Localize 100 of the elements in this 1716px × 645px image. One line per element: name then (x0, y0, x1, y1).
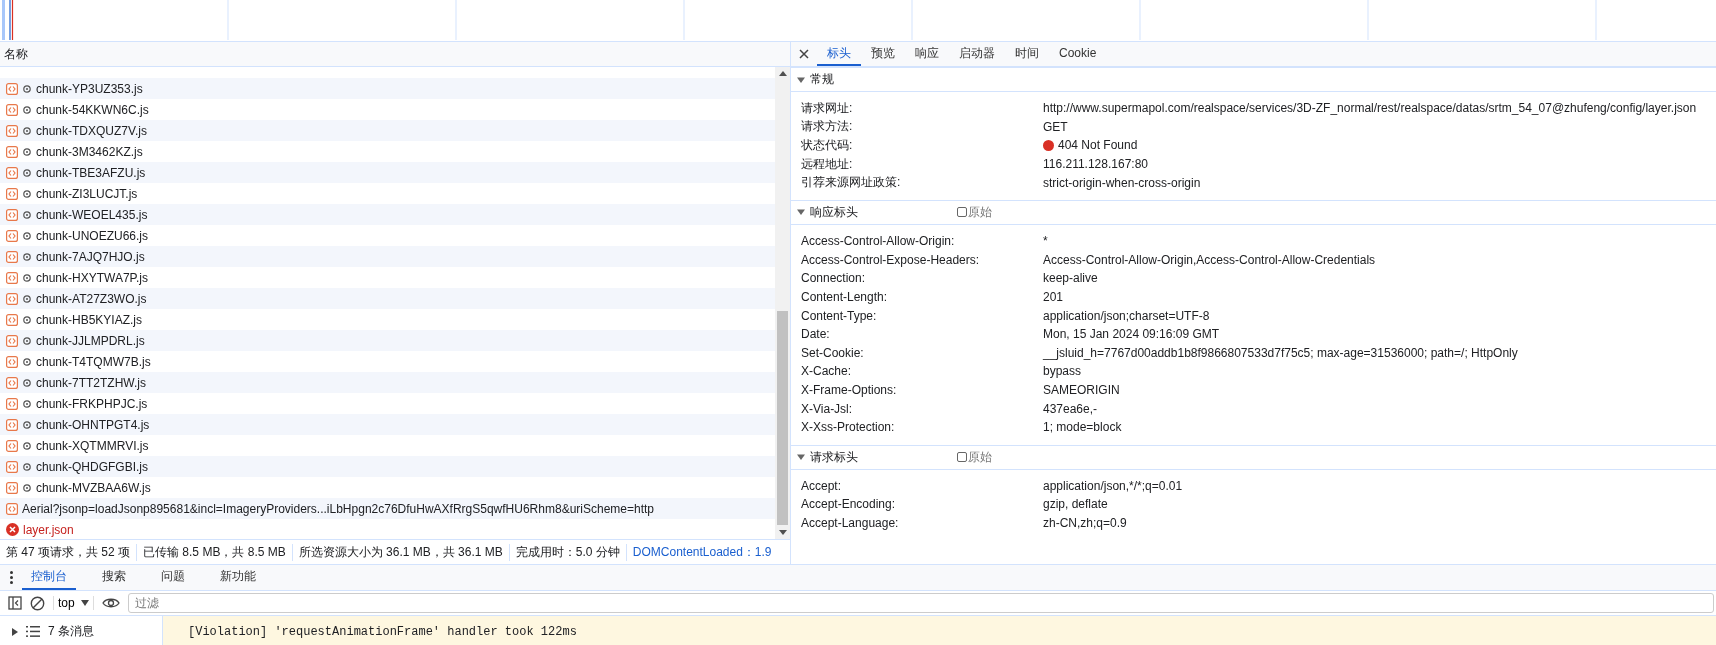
script-file-icon (6, 460, 18, 473)
expanded-triangle-icon[interactable] (797, 208, 805, 217)
expand-arrow-icon[interactable] (12, 627, 18, 636)
expanded-triangle-icon[interactable] (797, 453, 805, 461)
request-row[interactable]: chunk-TDXQUZ7V.js (0, 120, 775, 141)
section-title: 请求标头 (810, 448, 859, 466)
section-header[interactable]: 响应标头 原始 (791, 199, 1716, 225)
header-value: application/json,*/*;q=0.01 (1043, 478, 1183, 493)
header-value: http://www.supermapol.com/realspace/services/3D-ZF_normal/rest/realspace/datas/srtm_54_07@zhufeng/config/layer.json (1043, 101, 1697, 116)
request-row[interactable]: chunk-ZI3LUCJT.js (0, 183, 775, 204)
request-row[interactable]: chunk-OHNTPGT4.js (0, 414, 775, 435)
script-file-icon (6, 271, 18, 284)
script-file-icon (6, 166, 18, 179)
header-value: application/json;charset=UTF-8 (1043, 308, 1210, 323)
drawer-tab[interactable]: 问题 (152, 565, 194, 590)
request-row[interactable]: chunk-54KKWN6C.js (0, 99, 775, 120)
context-dropdown[interactable]: top (53, 596, 94, 610)
header-value: zh-CN,zh;q=0.9 (1043, 516, 1127, 530)
header-value: 437ea6e,- (1043, 401, 1098, 416)
drawer-tab[interactable]: 新功能 (211, 565, 265, 590)
column-header[interactable]: 名称 (4, 45, 28, 63)
status-text: DOMContentLoaded：1.9 (631, 543, 773, 561)
status-text: 完成用时：5.0 分钟 (509, 543, 627, 561)
header-name: 远程地址: (800, 155, 854, 173)
header-name: Connection: (800, 271, 867, 286)
script-file-icon (6, 376, 18, 389)
header-name: Access-Control-Allow-Origin: (800, 234, 956, 249)
script-file-icon (6, 145, 18, 158)
section-title: 响应标头 (810, 203, 859, 221)
request-row[interactable]: chunk-JJLMPDRL.js (0, 330, 775, 351)
detail-tab[interactable]: 时间 (1005, 42, 1049, 66)
more-icon (9, 571, 13, 584)
request-row[interactable]: chunk-AT27Z3WO.js (0, 288, 775, 309)
request-row[interactable]: chunk-WEOEL435.js (0, 204, 775, 225)
request-row[interactable]: chunk-FRKPHPJC.js (0, 393, 775, 414)
detail-tab[interactable]: 响应 (905, 42, 949, 66)
checkbox-label: 原始 (968, 203, 992, 221)
scrollbar[interactable] (775, 67, 790, 539)
header-value: 201 (1043, 290, 1064, 305)
status-text: 所选资源大小为 36.1 MB，共 36.1 MB (292, 543, 510, 561)
request-row[interactable]: chunk-QHDGFGBI.js (0, 456, 775, 477)
checkbox-label: 原始 (968, 448, 992, 466)
eye-icon[interactable] (101, 597, 120, 609)
header-name: X-Via-Jsl: (800, 401, 854, 416)
header-value: 116.211.128.167:80 (1043, 157, 1148, 172)
detail-tab[interactable]: Cookie (1049, 42, 1107, 66)
detail-tab[interactable]: 启动器 (949, 42, 1005, 66)
script-file-icon (6, 355, 18, 368)
status-text: 第 47 项请求，共 52 项 (0, 543, 138, 561)
message-count[interactable]: 7 条消息 (48, 623, 94, 640)
section-header[interactable]: 常规 (791, 67, 1716, 92)
script-file-icon (6, 250, 18, 263)
request-row[interactable]: Aerial?jsonp=loadJsonp895681&incl=ImageryProviders...iLbHpgn2c76DfuHwAXfRrgS5qwfHU6Rhm8&uriScheme=http (0, 498, 775, 519)
header-value: keep-alive (1043, 271, 1098, 286)
header-value: strict-origin-when-cross-origin (1043, 175, 1201, 190)
request-row[interactable]: chunk-3M3462KZ.js (0, 141, 775, 162)
script-file-icon (6, 313, 18, 326)
header-name: Content-Type: (800, 308, 878, 323)
request-row[interactable]: chunk-UNOEZU66.js (0, 225, 775, 246)
sidebar-toggle-icon[interactable] (8, 596, 22, 610)
request-row[interactable]: chunk-TBE3AFZU.js (0, 162, 775, 183)
drawer-tab[interactable]: 控制台 (22, 565, 76, 590)
request-row[interactable]: chunk-T4TQMW7B.js (0, 351, 775, 372)
header-value: SAMEORIGIN (1043, 383, 1120, 397)
request-row[interactable]: chunk-7AJQ7HJO.js (0, 246, 775, 267)
script-file-icon (6, 292, 18, 305)
request-row[interactable]: layer.json (0, 519, 775, 539)
request-row[interactable]: chunk-HXYTWA7P.js (0, 267, 775, 288)
header-name: 引荐来源网址政策: (800, 174, 902, 192)
filter-field[interactable]: 过滤 (127, 593, 1714, 613)
clear-icon[interactable] (30, 595, 45, 611)
header-value: * (1043, 234, 1048, 249)
request-row[interactable]: chunk-MVZBAA6W.js (0, 477, 775, 498)
header-value: gzip, deflate (1043, 497, 1108, 512)
header-value: bypass (1043, 364, 1082, 379)
script-file-icon (6, 229, 18, 242)
raw-checkbox[interactable] (957, 452, 967, 462)
script-file-icon (6, 208, 18, 221)
detail-tab[interactable]: 预览 (861, 42, 905, 66)
script-file-icon (6, 439, 18, 452)
caret-icon (80, 600, 89, 606)
script-file-icon (6, 334, 18, 347)
header-value: __jsluid_h=7767d00addb1b8f9866807533d7f75c5; max-age=31536000; path=/; HttpOnly (1043, 345, 1518, 360)
header-name: 请求网址: (800, 99, 854, 117)
header-name: Content-Length: (800, 290, 889, 305)
script-file-icon (6, 103, 18, 116)
expanded-triangle-icon[interactable] (797, 75, 805, 84)
request-row[interactable]: chunk-XQTMMRVI.js (0, 435, 775, 456)
drawer-tab[interactable]: 搜索 (93, 565, 135, 590)
request-row[interactable]: chunk-YP3UZ353.js (0, 78, 775, 99)
header-name: X-Frame-Options: (800, 383, 898, 397)
request-row[interactable]: chunk-HB5KYIAZ.js (0, 309, 775, 330)
section-header[interactable]: 请求标头 原始 (791, 444, 1716, 470)
request-row[interactable]: chunk-7TT2TZHW.js (0, 372, 775, 393)
header-name: Accept-Encoding: (800, 497, 897, 512)
status-text: 已传输 8.5 MB，共 8.5 MB (137, 543, 293, 561)
raw-checkbox[interactable] (957, 207, 967, 218)
close-icon (799, 49, 809, 59)
status-dot-icon (1043, 140, 1054, 151)
header-name: X-Xss-Protection: (800, 420, 896, 435)
